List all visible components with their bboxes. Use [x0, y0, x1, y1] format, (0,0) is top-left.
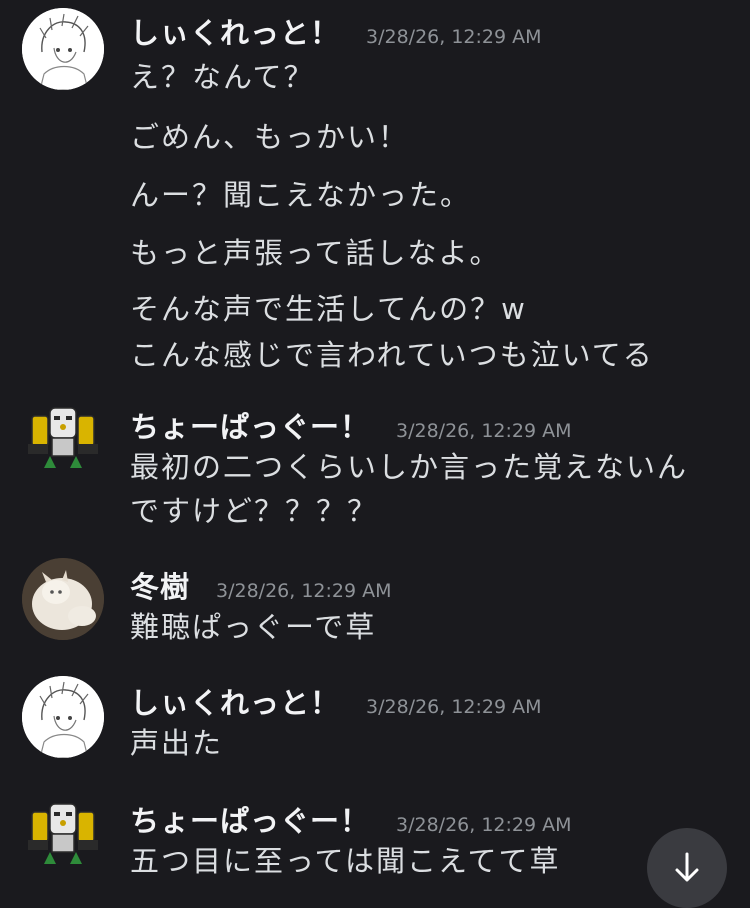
message-text: ですけど？？？？: [130, 494, 379, 528]
message-header: ちょーぱっぐー！ 3/28/26, 12:29 AM: [130, 404, 572, 444]
timestamp: 3/28/26, 12:29 AM: [396, 420, 572, 442]
avatar-white-cat[interactable]: [22, 558, 104, 640]
message-text: そんな声で生活してんの？w: [130, 292, 527, 326]
avatar-sketch-character[interactable]: [22, 8, 104, 90]
message-text: 最初の二つくらいしか言った覚えないん: [130, 450, 689, 484]
scroll-to-bottom-button[interactable]: [647, 828, 727, 908]
username[interactable]: ちょーぱっぐー！: [130, 404, 370, 446]
message-text: 難聴ぱっぐーで草: [130, 610, 377, 644]
username[interactable]: 冬樹: [130, 564, 190, 606]
message-text: もっと声張って話しなよ。: [130, 236, 501, 270]
timestamp: 3/28/26, 12:29 AM: [366, 26, 542, 48]
message-text: 五つ目に至っては聞こえてて草: [130, 844, 561, 878]
avatar-sketch-character[interactable]: [22, 676, 104, 758]
message-header: ちょーぱっぐー！ 3/28/26, 12:29 AM: [130, 798, 572, 838]
username[interactable]: しぃくれっと！: [130, 10, 340, 52]
timestamp: 3/28/26, 12:29 AM: [366, 696, 542, 718]
message-header: しぃくれっと！ 3/28/26, 12:29 AM: [130, 10, 542, 50]
message-header: しぃくれっと！ 3/28/26, 12:29 AM: [130, 680, 542, 720]
message-text: 声出た: [130, 726, 224, 760]
timestamp: 3/28/26, 12:29 AM: [216, 580, 392, 602]
message-header: 冬樹 3/28/26, 12:29 AM: [130, 564, 392, 604]
avatar-robot-creature[interactable]: [22, 794, 104, 876]
username[interactable]: しぃくれっと！: [130, 680, 340, 722]
timestamp: 3/28/26, 12:29 AM: [396, 814, 572, 836]
username[interactable]: ちょーぱっぐー！: [130, 798, 370, 840]
avatar-robot-creature[interactable]: [22, 398, 104, 480]
message-text: こんな感じで言われていつも泣いてる: [130, 338, 654, 372]
message-text: ごめん、もっかい！: [130, 120, 410, 154]
message-text: んー？聞こえなかった。: [130, 178, 472, 212]
message-text: え？なんて？: [130, 60, 315, 94]
